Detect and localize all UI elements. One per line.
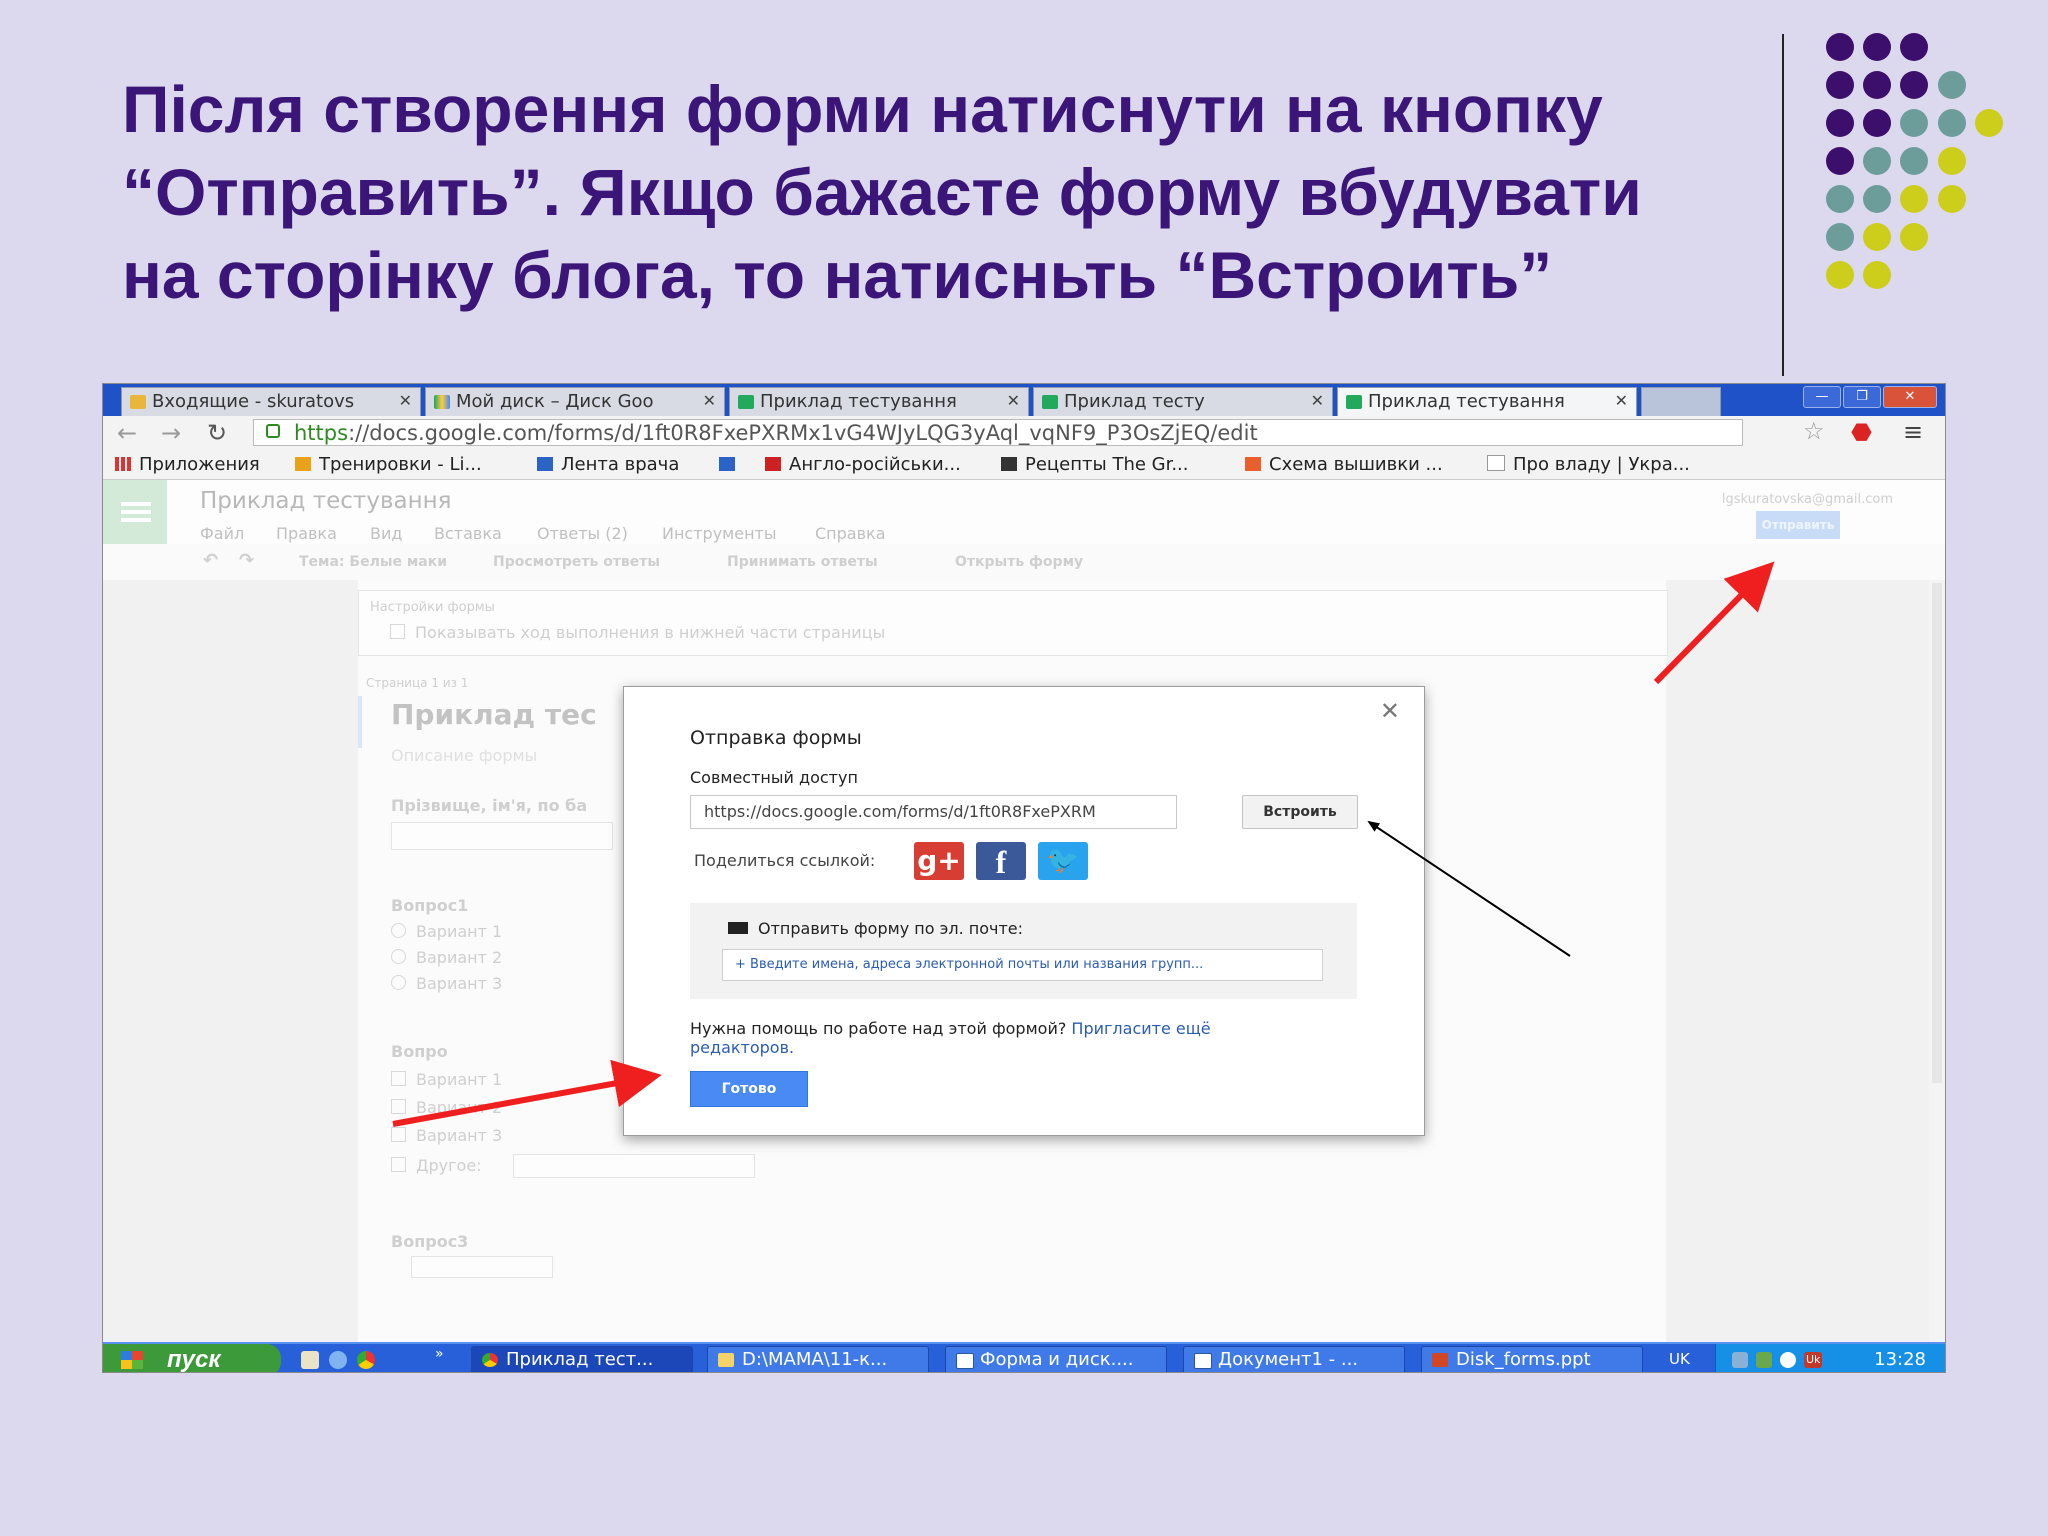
red-arrow-to-send [1653, 561, 1775, 685]
black-arrow-to-embed [1367, 820, 1571, 957]
annotation-arrows [392, 561, 1775, 1127]
red-arrow-to-done [392, 1059, 662, 1127]
